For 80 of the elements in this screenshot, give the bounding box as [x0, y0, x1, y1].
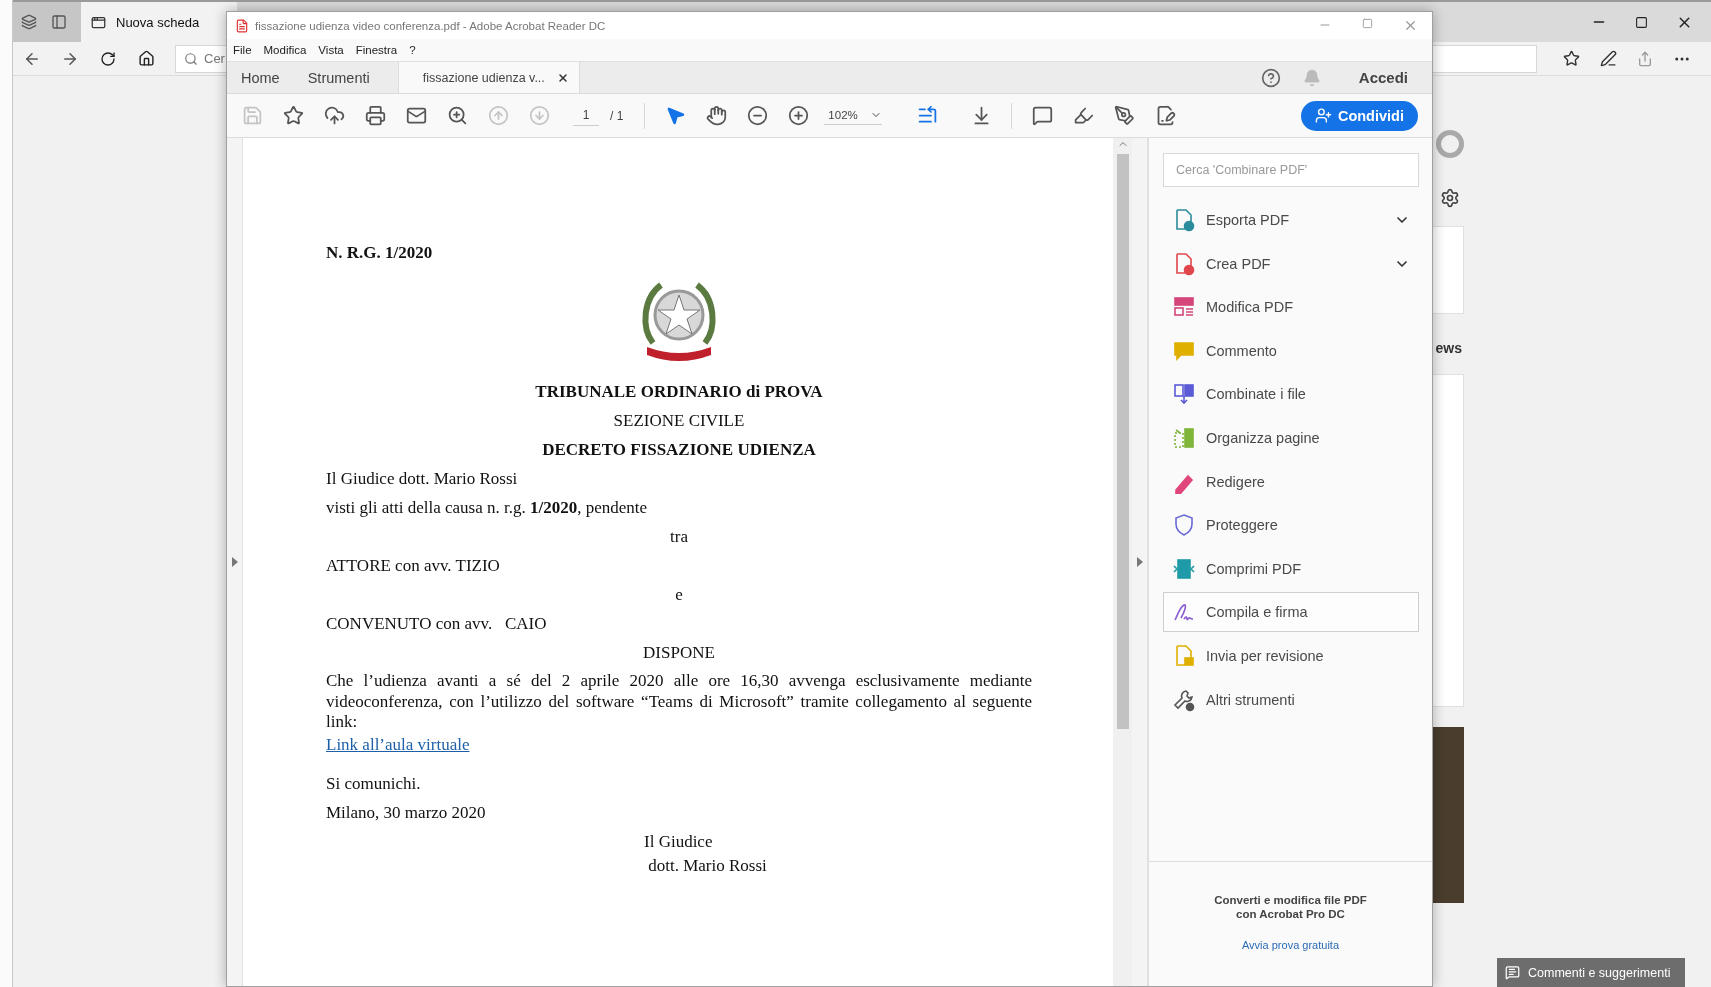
document-text: Milano, 30 marzo 2020: [326, 801, 487, 824]
document-text: SEZIONE CIVILE: [612, 410, 746, 432]
document-text: DISPONE: [642, 642, 716, 664]
panel-icon[interactable]: [51, 14, 67, 30]
document-text: N. R.G. 1/2020: [326, 242, 434, 264]
tool-item[interactable]: Compila e firma: [1163, 592, 1419, 633]
search-icon: [184, 51, 198, 66]
pen-icon[interactable]: [1113, 105, 1135, 126]
close-tab-icon[interactable]: [556, 71, 569, 84]
tool-item[interactable]: Organizza pagine: [1163, 417, 1419, 458]
hand-icon[interactable]: [705, 105, 727, 126]
settings-icon[interactable]: [1440, 188, 1460, 208]
expand-arrow-icon[interactable]: [1136, 557, 1143, 567]
tool-item[interactable]: Redigere: [1163, 461, 1419, 502]
star-icon[interactable]: [282, 105, 304, 126]
document-text: Si comunichi.: [326, 772, 422, 795]
highlighter-icon[interactable]: [1072, 105, 1094, 126]
cloud-upload-icon[interactable]: [323, 105, 345, 126]
printer-icon[interactable]: [364, 105, 386, 126]
document-text: Il Giudice dott. Mario Rossi: [326, 468, 519, 490]
browser-tab[interactable]: Nuova scheda: [81, 2, 237, 42]
address-placeholder: Cer: [204, 51, 225, 66]
favorites-icon[interactable]: [1563, 50, 1580, 67]
menu-item[interactable]: Finestra: [355, 44, 398, 56]
share-button[interactable]: Condividi: [1300, 100, 1418, 131]
menu-item[interactable]: ?: [409, 44, 416, 56]
zoom-in-icon[interactable]: [787, 105, 809, 126]
signature-text: dott. Mario Rossi: [647, 855, 767, 875]
tool-item[interactable]: Altri strumenti: [1163, 679, 1419, 720]
tool-item[interactable]: Combinate i file: [1163, 374, 1419, 415]
tab-page-icon: [91, 14, 106, 30]
document-text: e: [674, 584, 684, 606]
menu-item[interactable]: File: [233, 44, 252, 56]
document-text: tra: [669, 526, 689, 548]
home-icon[interactable]: [137, 50, 155, 67]
tool-item[interactable]: Esporta PDF: [1163, 200, 1419, 240]
document-text: ATTORE con avv. TIZIO: [326, 555, 501, 577]
address-field[interactable]: Cer: [175, 44, 226, 73]
document-paragraph: Che l’udienza avanti a sé del 2 aprile 2020 alle ore 16,30 avvenga esclusivamente mediante videoconferenza, con l’utilizzo del software “Teams di Microsoft” tramite collegamento al seguente link:: [326, 671, 1032, 733]
document-text: TRIBUNALE ORDINARIO di PROVA: [534, 381, 824, 403]
chat-icon: [1505, 965, 1520, 980]
menu-item[interactable]: Modifica: [263, 44, 307, 56]
tab[interactable]: Home: [227, 62, 294, 93]
document-text: CONVENUTO con avv. CAIO: [326, 613, 548, 635]
tool-item[interactable]: Proteggere: [1163, 505, 1419, 546]
tool-item[interactable]: Invia per revisione: [1163, 635, 1419, 676]
tool-item[interactable]: Comprimi PDF: [1163, 548, 1419, 589]
zoom-search-icon[interactable]: [446, 105, 468, 126]
pdf-file-icon: [235, 18, 249, 33]
maximize-icon[interactable]: [1635, 15, 1648, 29]
scrollbar-thumb[interactable]: [1116, 154, 1129, 729]
tab[interactable]: fissazione udienza v...: [397, 62, 580, 93]
trial-link[interactable]: Avvia prova gratuita: [1242, 939, 1339, 951]
refresh-icon[interactable]: [100, 50, 116, 67]
help-icon[interactable]: [1260, 67, 1281, 88]
mail-icon[interactable]: [405, 105, 427, 126]
tab[interactable]: Strumenti: [293, 62, 384, 93]
window-title: fissazione udienza video conferenza.pdf - Adobe Acrobat Reader DC: [255, 19, 607, 32]
pen-icon[interactable]: [1600, 50, 1617, 67]
promo-text: Converti e modifica file PDF con Acrobat Pro DC: [1214, 893, 1367, 921]
document-text: visti gli atti della causa n. r.g. 1/2020, pendente: [326, 497, 649, 519]
share-icon[interactable]: [1637, 50, 1653, 67]
tabs-aside-icon[interactable]: [21, 14, 37, 30]
menu-item[interactable]: Vista: [318, 44, 344, 56]
signature-text: Il Giudice: [644, 831, 713, 851]
document-text: DECRETO FISSAZIONE UDIENZA: [541, 439, 817, 461]
comment-icon[interactable]: [1031, 105, 1053, 126]
tool-item[interactable]: Crea PDF: [1163, 243, 1419, 284]
zoom-out-icon[interactable]: [746, 105, 768, 126]
page-number-field[interactable]: 1: [573, 105, 599, 126]
expand-arrow-icon[interactable]: [231, 557, 238, 567]
page-total: / 1: [610, 108, 624, 123]
tool-item[interactable]: Commento: [1163, 330, 1419, 371]
zoom-field[interactable]: 102%: [824, 106, 883, 125]
user-add-icon: [1314, 107, 1332, 124]
tool-item[interactable]: Modifica PDF: [1163, 287, 1419, 328]
sign-in-link[interactable]: Accedi: [1358, 69, 1408, 86]
document-link[interactable]: Link all’aula virtuale: [326, 734, 470, 754]
feedback-button[interactable]: Commenti e suggerimenti: [1497, 958, 1685, 987]
section-heading: ews: [1435, 340, 1462, 356]
